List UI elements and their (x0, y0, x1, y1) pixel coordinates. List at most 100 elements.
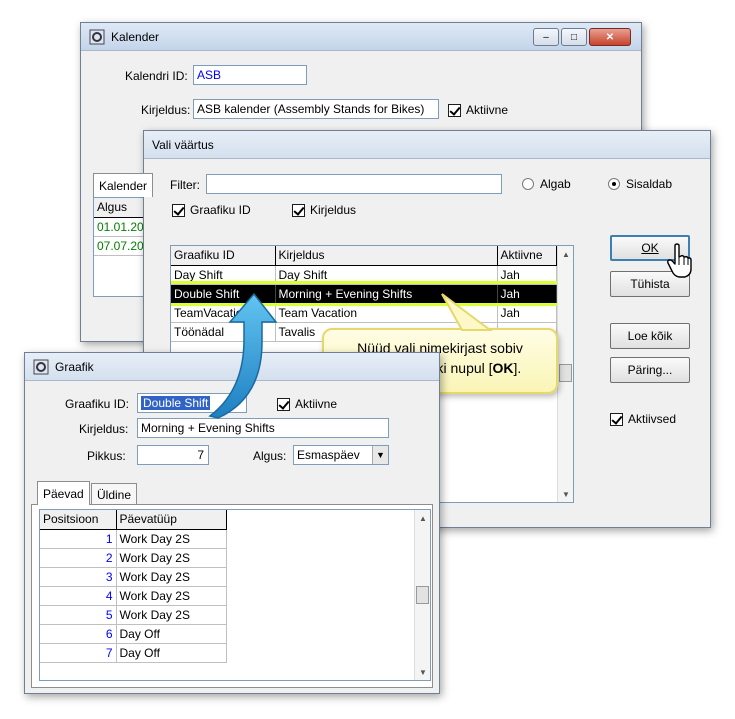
table-row[interactable]: 2 Work Day 2S (40, 548, 227, 568)
kirjeldus-checkbox[interactable]: Kirjeldus (292, 203, 356, 217)
scroll-up-icon[interactable]: ▲ (415, 510, 430, 526)
graafiku-id-check-label: Graafiku ID (190, 203, 251, 217)
callout-pointer (441, 293, 493, 331)
kalender-list-header: Algus (94, 198, 148, 218)
scroll-thumb[interactable] (416, 586, 429, 604)
vali-titlebar[interactable]: Vali väärtus (144, 131, 710, 159)
cell: Work Day 2S (116, 586, 227, 606)
algus-value: Esmaspäev (297, 448, 360, 462)
kalender-title: Kalender (111, 29, 160, 44)
scroll-thumb[interactable] (559, 364, 572, 382)
table-row[interactable]: 4 Work Day 2S (40, 586, 227, 606)
cell: Jah (497, 303, 557, 323)
algus-select[interactable]: Esmaspäev ▼ (293, 445, 389, 465)
days-scrollbar[interactable]: ▲ ▼ (414, 510, 430, 680)
filter-label: Filter: (170, 178, 200, 192)
cell: Day Off (116, 643, 227, 663)
kirjeldus-check-label: Kirjeldus (310, 203, 357, 217)
pikkus-field[interactable]: 7 (137, 445, 209, 465)
table-row[interactable]: 7 Day Off (40, 643, 227, 663)
chevron-down-icon[interactable]: ▼ (372, 446, 388, 464)
tab-paevad[interactable]: Päevad (37, 481, 90, 505)
checkbox-mark (448, 103, 461, 117)
app-icon (89, 29, 105, 45)
hand-cursor-icon (666, 243, 696, 282)
pikkus-label: Pikkus: (87, 449, 126, 463)
table-row[interactable]: 5 Work Day 2S (40, 605, 227, 625)
cell: Work Day 2S (116, 548, 227, 568)
cell: 3 (40, 567, 117, 587)
graafiku-id-label: Graafiku ID: (65, 397, 130, 411)
graafik-active-label: Aktiivne (295, 397, 338, 411)
kalender-active-checkbox[interactable]: Aktiivne (448, 103, 508, 117)
results-scrollbar[interactable]: ▲ ▼ (557, 246, 573, 502)
cancel-button-label: Tühista (630, 277, 670, 291)
radio-sisaldab-label: Sisaldab (626, 177, 673, 191)
checkbox-mark (292, 203, 305, 217)
aktiivsed-checkbox[interactable]: Aktiivsed (610, 412, 676, 426)
radio-algab-label: Algab (540, 177, 571, 191)
kalendri-id-label: Kalendri ID: (125, 69, 188, 83)
graafik-title: Graafik (55, 359, 94, 374)
cell: 7 (40, 643, 117, 663)
close-button[interactable]: ✕ (589, 28, 631, 46)
graafik-active-checkbox[interactable]: Aktiivne (277, 397, 337, 411)
cell: Work Day 2S (116, 567, 227, 587)
col-kirjeldus[interactable]: Kirjeldus (275, 246, 498, 266)
filter-input[interactable] (206, 174, 502, 194)
cell: Day Shift (275, 265, 498, 285)
table-row[interactable]: 1 Work Day 2S (40, 529, 227, 549)
vali-title: Vali väärtus (152, 137, 214, 152)
cell: 2 (40, 548, 117, 568)
aktiivsed-label: Aktiivsed (628, 412, 677, 426)
list-item[interactable]: 01.01.20 (94, 217, 148, 237)
query-button[interactable]: Päring... (610, 357, 690, 383)
kalender-active-label: Aktiivne (466, 103, 509, 117)
cell: Day Off (116, 624, 227, 644)
callout-bold-ok: OK (492, 360, 514, 376)
col-graafiku-id[interactable]: Graafiku ID (171, 246, 276, 266)
app-icon (33, 359, 49, 375)
ok-button-label: OK (641, 241, 659, 255)
kalender-desc-label: Kirjeldus: (141, 103, 191, 117)
col-positsioon[interactable]: Positsioon (40, 510, 117, 530)
table-row[interactable]: 6 Day Off (40, 624, 227, 644)
load-all-label: Loe kõik (627, 329, 673, 343)
graafik-desc-field[interactable]: Morning + Evening Shifts (137, 418, 389, 438)
radio-algab[interactable]: Algab (522, 177, 571, 191)
scroll-down-icon[interactable]: ▼ (558, 486, 573, 502)
checkbox-mark (172, 203, 185, 217)
cell: 6 (40, 624, 117, 644)
checkbox-mark (610, 412, 623, 426)
kalender-desc-field[interactable]: ASB kalender (Assembly Stands for Bikes) (193, 99, 439, 119)
tab-uldine[interactable]: Üldine (91, 483, 138, 505)
graafiku-id-checkbox[interactable]: Graafiku ID (172, 203, 251, 217)
radio-sisaldab[interactable]: Sisaldab (608, 177, 672, 191)
cell: Work Day 2S (116, 529, 227, 549)
callout-end-text: ]. (513, 360, 522, 376)
cell: 5 (40, 605, 117, 625)
maximize-button[interactable]: □ (561, 28, 587, 46)
scroll-up-icon[interactable]: ▲ (558, 246, 573, 262)
radio-dot-selected (608, 178, 620, 190)
radio-dot (522, 178, 534, 190)
load-all-button[interactable]: Loe kõik (610, 323, 690, 349)
col-paevatuup[interactable]: Päevatüüp (116, 510, 227, 530)
col-aktiivne[interactable]: Aktiivne (497, 246, 557, 266)
cell: Day Shift (171, 265, 276, 285)
days-grid: Positsioon Päevatüüp 1 Work Day 2S 2 Work … (39, 509, 431, 681)
table-row[interactable]: 3 Work Day 2S (40, 567, 227, 587)
cell: 4 (40, 586, 117, 606)
cell: Jah (497, 284, 557, 304)
kalendri-id-field[interactable]: ASB (193, 65, 307, 85)
minimize-button[interactable]: – (533, 28, 559, 46)
query-label: Päring... (627, 363, 673, 377)
table-row[interactable]: Day Shift Day Shift Jah (171, 265, 557, 285)
cell: 1 (40, 529, 117, 549)
cell: Work Day 2S (116, 605, 227, 625)
scroll-down-icon[interactable]: ▼ (415, 664, 430, 680)
list-item[interactable]: 07.07.20 (94, 236, 148, 256)
cell: Jah (497, 265, 557, 285)
kalender-tab[interactable]: Kalender (93, 173, 154, 197)
algus-label: Algus: (253, 449, 287, 463)
